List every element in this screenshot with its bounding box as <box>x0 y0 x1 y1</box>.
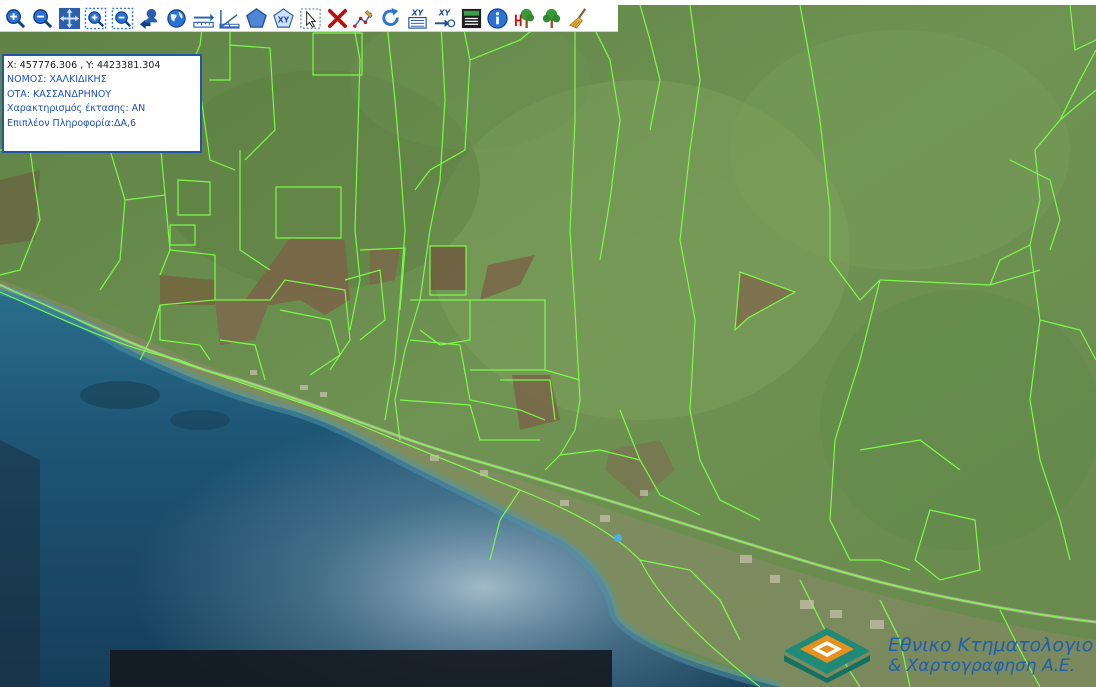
zoom-box-out-icon <box>111 7 134 29</box>
pan-button[interactable] <box>57 6 82 31</box>
measure-area-icon <box>246 7 268 28</box>
measure-angle-icon <box>219 9 240 29</box>
globe-icon <box>167 8 186 28</box>
clear-button[interactable] <box>325 6 350 31</box>
reef <box>170 410 230 430</box>
info-prefecture: ΝΟΜΟΣ: ΧΑΛΚΙΔΙΚΗΣ <box>7 74 107 86</box>
broom-button[interactable] <box>566 6 591 31</box>
logo-mark-icon <box>784 628 870 683</box>
coordinates-readout: X: 457776.306 , Y: 4423381.304 <box>7 60 161 71</box>
goto-coordinates-button[interactable]: XY <box>432 6 457 31</box>
measure-distance-button[interactable] <box>191 6 216 31</box>
zoom-box-in-icon <box>85 7 107 29</box>
measure-angle-button[interactable] <box>217 6 242 31</box>
edit-vertex-button[interactable] <box>351 6 376 31</box>
select-arrow-icon <box>300 7 321 29</box>
info-popup: X: 457776.306 , Y: 4423381.304 ΝΟΜΟΣ: ΧΑ… <box>2 54 202 153</box>
xy-list-icon: XY <box>408 8 427 29</box>
coordinates-button[interactable]: XY <box>271 6 296 31</box>
tree-h-icon <box>515 8 535 28</box>
logo-line-1: Εθνικο Κτηματολογιο <box>888 634 1094 656</box>
logo-line-2: & Χαρτογραφηση Α.Ε. <box>888 656 1076 676</box>
broom-icon <box>568 7 586 29</box>
clear-x-icon <box>327 8 347 28</box>
info-municipality: ΟΤΑ: ΚΑΣΣΑΝΔΡΗΝΟΥ <box>7 88 112 100</box>
refresh-icon <box>382 7 399 26</box>
info-button[interactable] <box>485 6 510 31</box>
zoom-in-button[interactable] <box>3 6 28 31</box>
pan-icon <box>58 7 80 29</box>
zoom-in-icon <box>6 8 26 28</box>
xy-label: XY <box>411 8 425 17</box>
print-icon <box>461 8 481 28</box>
tree-button[interactable] <box>539 6 564 31</box>
measure-distance-icon <box>192 13 214 28</box>
previous-extent-button[interactable] <box>137 6 162 31</box>
refresh-button[interactable] <box>378 6 403 31</box>
zoom-box-out-button[interactable] <box>110 6 135 31</box>
previous-extent-icon <box>139 8 158 29</box>
full-extent-button[interactable] <box>164 6 189 31</box>
info-land-characterization: Χαρακτηρισμός έκτασης: ΑΝ <box>7 103 146 115</box>
logo-text: Εθνικο Κτηματολογιο & Χαρτογραφηση Α.Ε. <box>888 635 1096 677</box>
info-icon <box>487 7 509 29</box>
no-imagery <box>0 440 40 687</box>
measure-area-button[interactable] <box>244 6 269 31</box>
xy-label: XY <box>278 15 290 24</box>
grass-patch <box>820 290 1096 550</box>
zoom-box-in-button[interactable] <box>83 6 108 31</box>
zoom-out-button[interactable] <box>30 6 55 31</box>
grass-patch <box>730 30 1070 270</box>
reef <box>80 381 160 409</box>
tree-h-button[interactable] <box>512 6 537 31</box>
ktimatologio-logo: Εθνικο Κτηματολογιο & Χαρτογραφηση Α.Ε. <box>780 625 1096 687</box>
xy-goto-icon: XY <box>434 8 455 27</box>
select-button[interactable] <box>298 6 323 31</box>
print-button[interactable] <box>459 6 484 31</box>
xy-label: XY <box>438 8 452 17</box>
no-imagery <box>110 650 612 687</box>
pool <box>614 534 622 542</box>
xy-icon: XY <box>273 7 294 28</box>
map-application: XY XY XY X: 457776.306 , Y: 4423381.304 … <box>0 0 1096 687</box>
zoom-out-icon <box>32 8 52 28</box>
map-toolbar: XY XY XY <box>0 5 618 32</box>
info-additional: Επιπλέον Πληροφορία:ΔΑ,6 <box>7 117 137 129</box>
tree-icon <box>542 8 561 28</box>
coordinate-list-button[interactable]: XY <box>405 6 430 31</box>
field-patch <box>430 246 466 290</box>
edit-vertex-icon <box>353 9 374 28</box>
